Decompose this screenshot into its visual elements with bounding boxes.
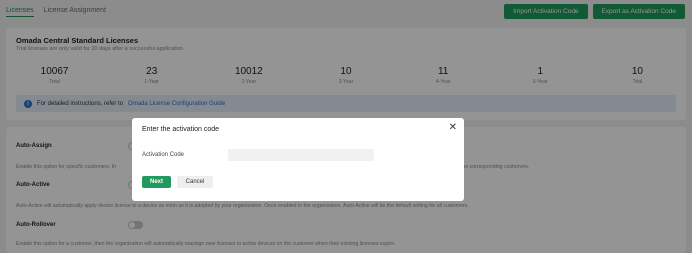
activation-code-input[interactable] [228,149,374,161]
activation-code-dialog: Enter the activation code ✕ Activation C… [132,118,464,201]
licenses-page: Licenses License Assignment Import Activ… [0,0,692,253]
activation-code-label: Activation Code [142,152,185,158]
next-button[interactable]: Next [142,176,171,188]
cancel-button[interactable]: Cancel [177,176,213,188]
close-icon[interactable]: ✕ [449,123,457,133]
dialog-title: Enter the activation code [142,126,220,133]
